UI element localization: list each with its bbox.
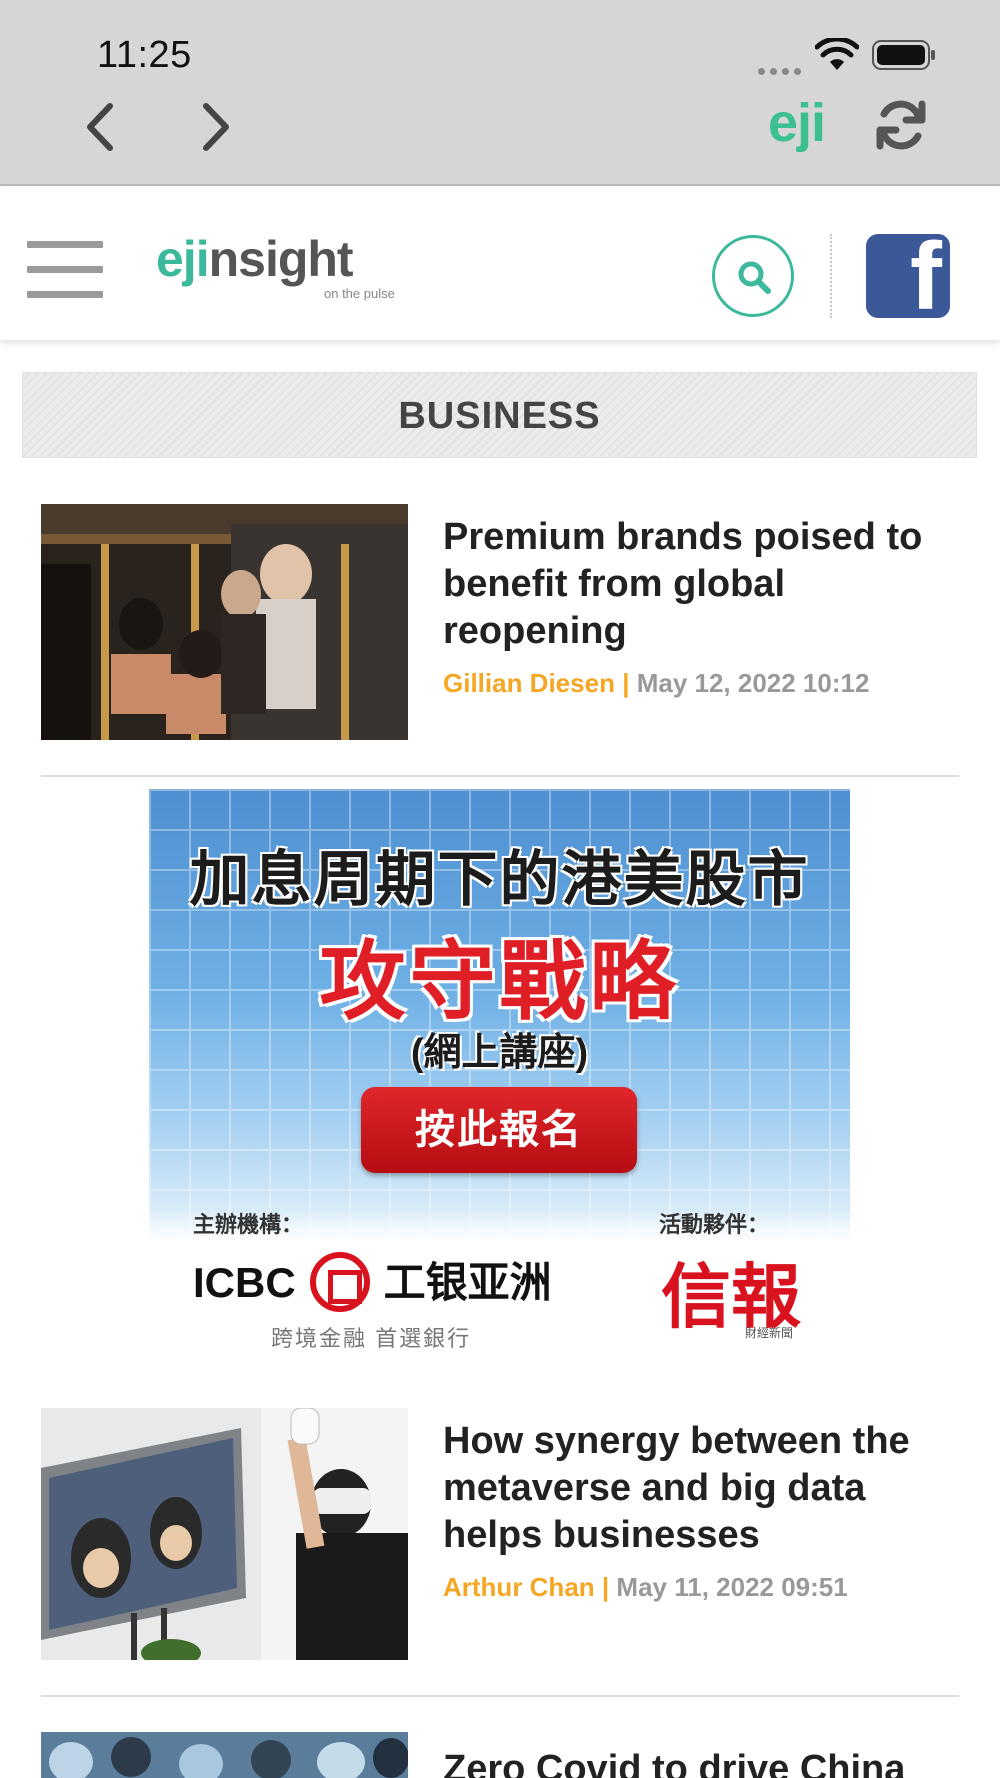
article-card[interactable]: How synergy between the metaverse and bi… <box>41 1408 959 1660</box>
ad-heading: 加息周期下的港美股市 <box>189 846 810 913</box>
article-headline[interactable]: Premium brands poised to benefit from gl… <box>443 514 963 655</box>
icbc-emblem-icon <box>309 1251 370 1312</box>
article-meta: Arthur Chan | May 11, 2022 09:51 <box>443 1572 848 1603</box>
meta-separator: | <box>601 1572 610 1602</box>
logo-prefix: eji <box>156 231 210 287</box>
article-date: May 11, 2022 09:51 <box>616 1572 848 1602</box>
ad-register-button[interactable]: 按此報名 <box>361 1087 637 1173</box>
site-header: ejinsight on the pulse f <box>0 188 1000 340</box>
article-divider <box>41 1695 959 1697</box>
article-meta: Gillian Diesen | May 12, 2022 10:12 <box>443 668 869 699</box>
meta-separator: | <box>622 668 630 698</box>
article-thumbnail[interactable] <box>41 504 408 740</box>
menu-icon[interactable] <box>27 241 103 299</box>
article-author[interactable]: Gillian Diesen <box>443 668 615 698</box>
icbc-logo: ICBC 工银亚洲 <box>193 1249 552 1316</box>
eji-app-logo[interactable]: eji <box>768 92 826 154</box>
hkej-logo-subtext: 財經新聞 <box>745 1326 794 1340</box>
article-date: May 12, 2022 10:12 <box>636 668 870 698</box>
section-banner: BUSINESS <box>22 372 977 458</box>
cellular-signal-icon <box>758 62 806 80</box>
ad-partner-label: 活動夥伴： <box>659 1212 770 1237</box>
article-headline[interactable]: Zero Covid to drive China <box>443 1746 963 1778</box>
facebook-icon: f <box>910 234 942 318</box>
site-logo[interactable]: ejinsight on the pulse <box>156 230 395 301</box>
ad-title: 攻守戰略 <box>319 934 680 1030</box>
article-headline[interactable]: How synergy between the metaverse and bi… <box>443 1418 963 1559</box>
icbc-tagline: 跨境金融 首選銀行 <box>271 1326 472 1351</box>
search-icon <box>738 261 771 294</box>
battery-icon <box>872 40 935 70</box>
logo-suffix: nsight <box>208 231 354 287</box>
browser-toolbar: 11:25 eji <box>0 0 1000 186</box>
wifi-icon <box>815 38 859 70</box>
advertisement-banner[interactable]: 加息周期下的港美股市 攻守戰略 (網上講座) 按此報名 主辦機構： 活動夥伴： … <box>149 789 850 1356</box>
logo-tagline: on the pulse <box>324 286 395 301</box>
article-thumbnail[interactable] <box>41 1408 408 1660</box>
article-card[interactable]: Zero Covid to drive China <box>41 1732 959 1778</box>
article-divider <box>41 775 959 777</box>
back-arrow-icon[interactable] <box>78 100 124 154</box>
article-card[interactable]: Premium brands poised to benefit from gl… <box>41 504 959 740</box>
search-button[interactable] <box>712 235 794 317</box>
status-time: 11:25 <box>97 34 192 76</box>
header-divider <box>830 234 832 318</box>
icbc-name-cn: 工银亚洲 <box>383 1259 552 1306</box>
icbc-name-en: ICBC <box>193 1259 296 1306</box>
reload-icon[interactable] <box>872 96 930 154</box>
ad-subtitle: (網上講座) <box>410 1032 589 1074</box>
facebook-button[interactable]: f <box>866 234 950 318</box>
section-title: BUSINESS <box>398 395 601 437</box>
article-author[interactable]: Arthur Chan <box>443 1572 595 1602</box>
forward-arrow-icon[interactable] <box>192 100 238 154</box>
ad-organizer-label: 主辦機構： <box>193 1212 304 1237</box>
article-thumbnail[interactable] <box>41 1732 408 1778</box>
